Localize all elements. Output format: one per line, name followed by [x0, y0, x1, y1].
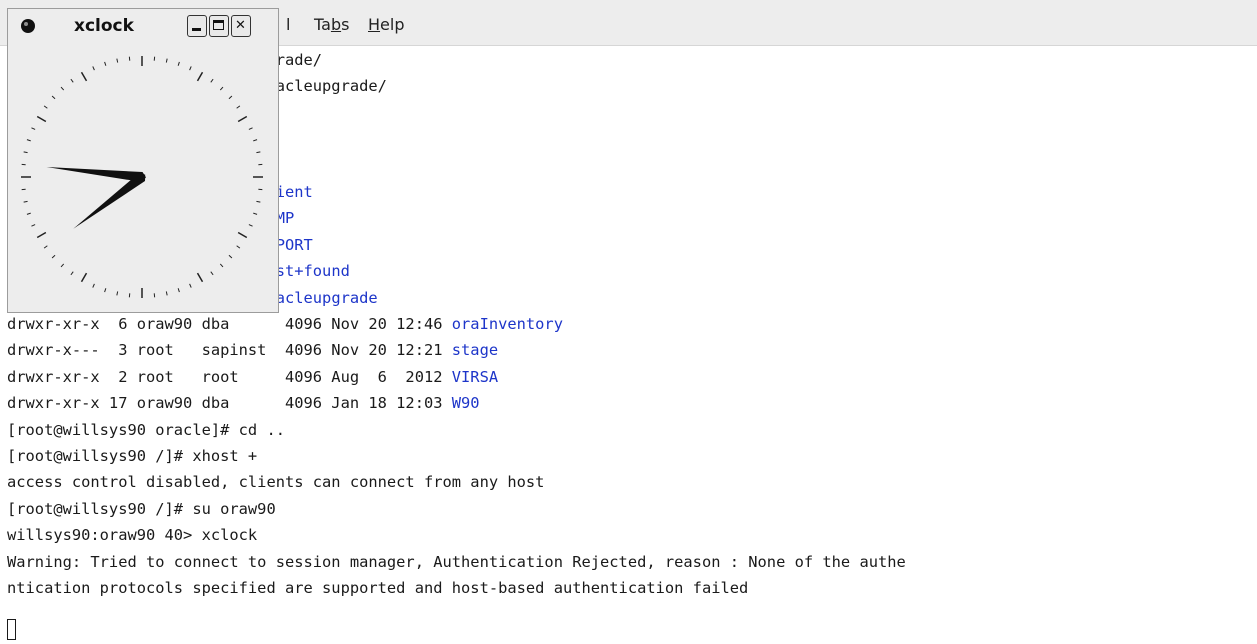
minute-tick	[256, 200, 261, 203]
minute-tick	[228, 95, 233, 100]
hour-tick	[196, 272, 204, 283]
minute-tick	[26, 212, 31, 215]
minute-tick	[70, 271, 74, 276]
xclock-window[interactable]: xclock	[7, 8, 279, 313]
minute-tick	[43, 105, 48, 109]
line-text: drwxr-xr-x 17 oraw90 dba 4096 Jan 18 12:…	[7, 394, 452, 412]
terminal-line: willsys90:oraw90 40> xclock	[7, 522, 257, 548]
minute-tick	[253, 139, 258, 142]
line-text: access control disabled, clients can con…	[7, 473, 545, 491]
menu-tabs[interactable]: Tabs	[312, 13, 351, 37]
terminal-line: ntication protocols specified are suppor…	[7, 575, 748, 601]
minute-tick	[23, 151, 28, 154]
minute-tick	[210, 271, 214, 276]
close-button[interactable]	[231, 15, 251, 37]
minute-tick	[60, 263, 65, 268]
maximize-button[interactable]	[209, 15, 229, 37]
minute-tick	[189, 283, 192, 288]
hour-tick	[237, 231, 248, 239]
directory-name: W90	[451, 394, 480, 412]
minute-tick	[228, 254, 233, 259]
minute-tick	[248, 224, 253, 227]
minute-tick	[43, 245, 48, 249]
minute-tick	[70, 78, 74, 83]
minute-tick	[177, 61, 180, 66]
menu-terminal[interactable]: l	[284, 13, 292, 37]
hour-tick	[36, 115, 47, 123]
minute-tick	[253, 212, 258, 215]
xclock-title: xclock	[74, 16, 134, 36]
minute-tick	[51, 254, 56, 259]
directory-name: oraInventory	[451, 315, 563, 333]
line-text: drwxr-x--- 3 root sapinst 4096 Nov 20 12…	[7, 341, 452, 359]
minute-tick	[31, 224, 36, 227]
hour-tick	[196, 71, 204, 82]
minute-tick	[236, 245, 241, 249]
minute-tick	[210, 78, 214, 83]
minute-tick	[177, 288, 180, 293]
minute-tick	[51, 95, 56, 100]
terminal-line: access control disabled, clients can con…	[7, 469, 544, 495]
terminal-line: drwxr-xr-x 6 oraw90 dba 4096 Nov 20 12:4…	[7, 311, 563, 337]
hour-tick	[80, 71, 88, 82]
minute-tick	[60, 86, 65, 91]
minute-tick	[236, 105, 241, 109]
line-text: drwxr-xr-x 6 oraw90 dba 4096 Nov 20 12:4…	[7, 315, 452, 333]
line-text: ntication protocols specified are suppor…	[7, 579, 749, 597]
line-text: drwxr-xr-x 2 root root 4096 Aug 6 2012	[7, 368, 452, 386]
clock-face	[21, 56, 263, 298]
minute-tick	[92, 283, 95, 288]
window-menu-icon[interactable]	[21, 19, 35, 33]
minute-tick	[26, 139, 31, 142]
xclock-titlebar[interactable]: xclock	[8, 9, 278, 43]
minute-tick	[219, 263, 224, 268]
minute-hand	[46, 166, 146, 182]
terminal-line: drwxr-xr-x 2 root root 4096 Aug 6 2012 V…	[7, 364, 498, 390]
terminal-line: Warning: Tried to connect to session man…	[7, 549, 906, 575]
menu-help[interactable]: Help	[366, 13, 406, 37]
minute-tick	[116, 291, 119, 296]
minute-tick	[256, 151, 261, 154]
terminal-line: drwxr-xr-x 17 oraw90 dba 4096 Jan 18 12:…	[7, 390, 480, 416]
terminal-cursor	[7, 619, 16, 640]
hour-tick	[36, 231, 47, 239]
minute-tick	[92, 66, 95, 71]
line-text: [root@willsys90 /]# xhost +	[7, 447, 258, 465]
line-text: [root@willsys90 oracle]# cd ..	[7, 421, 285, 439]
minimize-button[interactable]	[187, 15, 207, 37]
minute-tick	[104, 61, 107, 66]
terminal-line: [root@willsys90 oracle]# cd ..	[7, 417, 285, 443]
terminal-line: [root@willsys90 /]# xhost +	[7, 443, 257, 469]
minute-tick	[31, 127, 36, 130]
terminal-line: [root@willsys90 /]# su oraw90	[7, 496, 276, 522]
line-text: [root@willsys90 /]# su oraw90	[7, 500, 276, 518]
line-text: willsys90:oraw90 40> xclock	[7, 526, 258, 544]
minute-tick	[165, 58, 168, 63]
directory-name: stage	[451, 341, 499, 359]
line-text: Warning: Tried to connect to session man…	[7, 553, 906, 571]
minute-tick	[23, 200, 28, 203]
minute-tick	[165, 291, 168, 296]
directory-name: VIRSA	[451, 368, 499, 386]
hour-hand	[73, 173, 146, 229]
minute-tick	[189, 66, 192, 71]
minute-tick	[219, 86, 224, 91]
hour-tick	[80, 272, 88, 283]
minute-tick	[104, 288, 107, 293]
minute-tick	[116, 58, 119, 63]
hour-tick	[237, 115, 248, 123]
minute-tick	[248, 127, 253, 130]
terminal-line: drwxr-x--- 3 root sapinst 4096 Nov 20 12…	[7, 337, 498, 363]
